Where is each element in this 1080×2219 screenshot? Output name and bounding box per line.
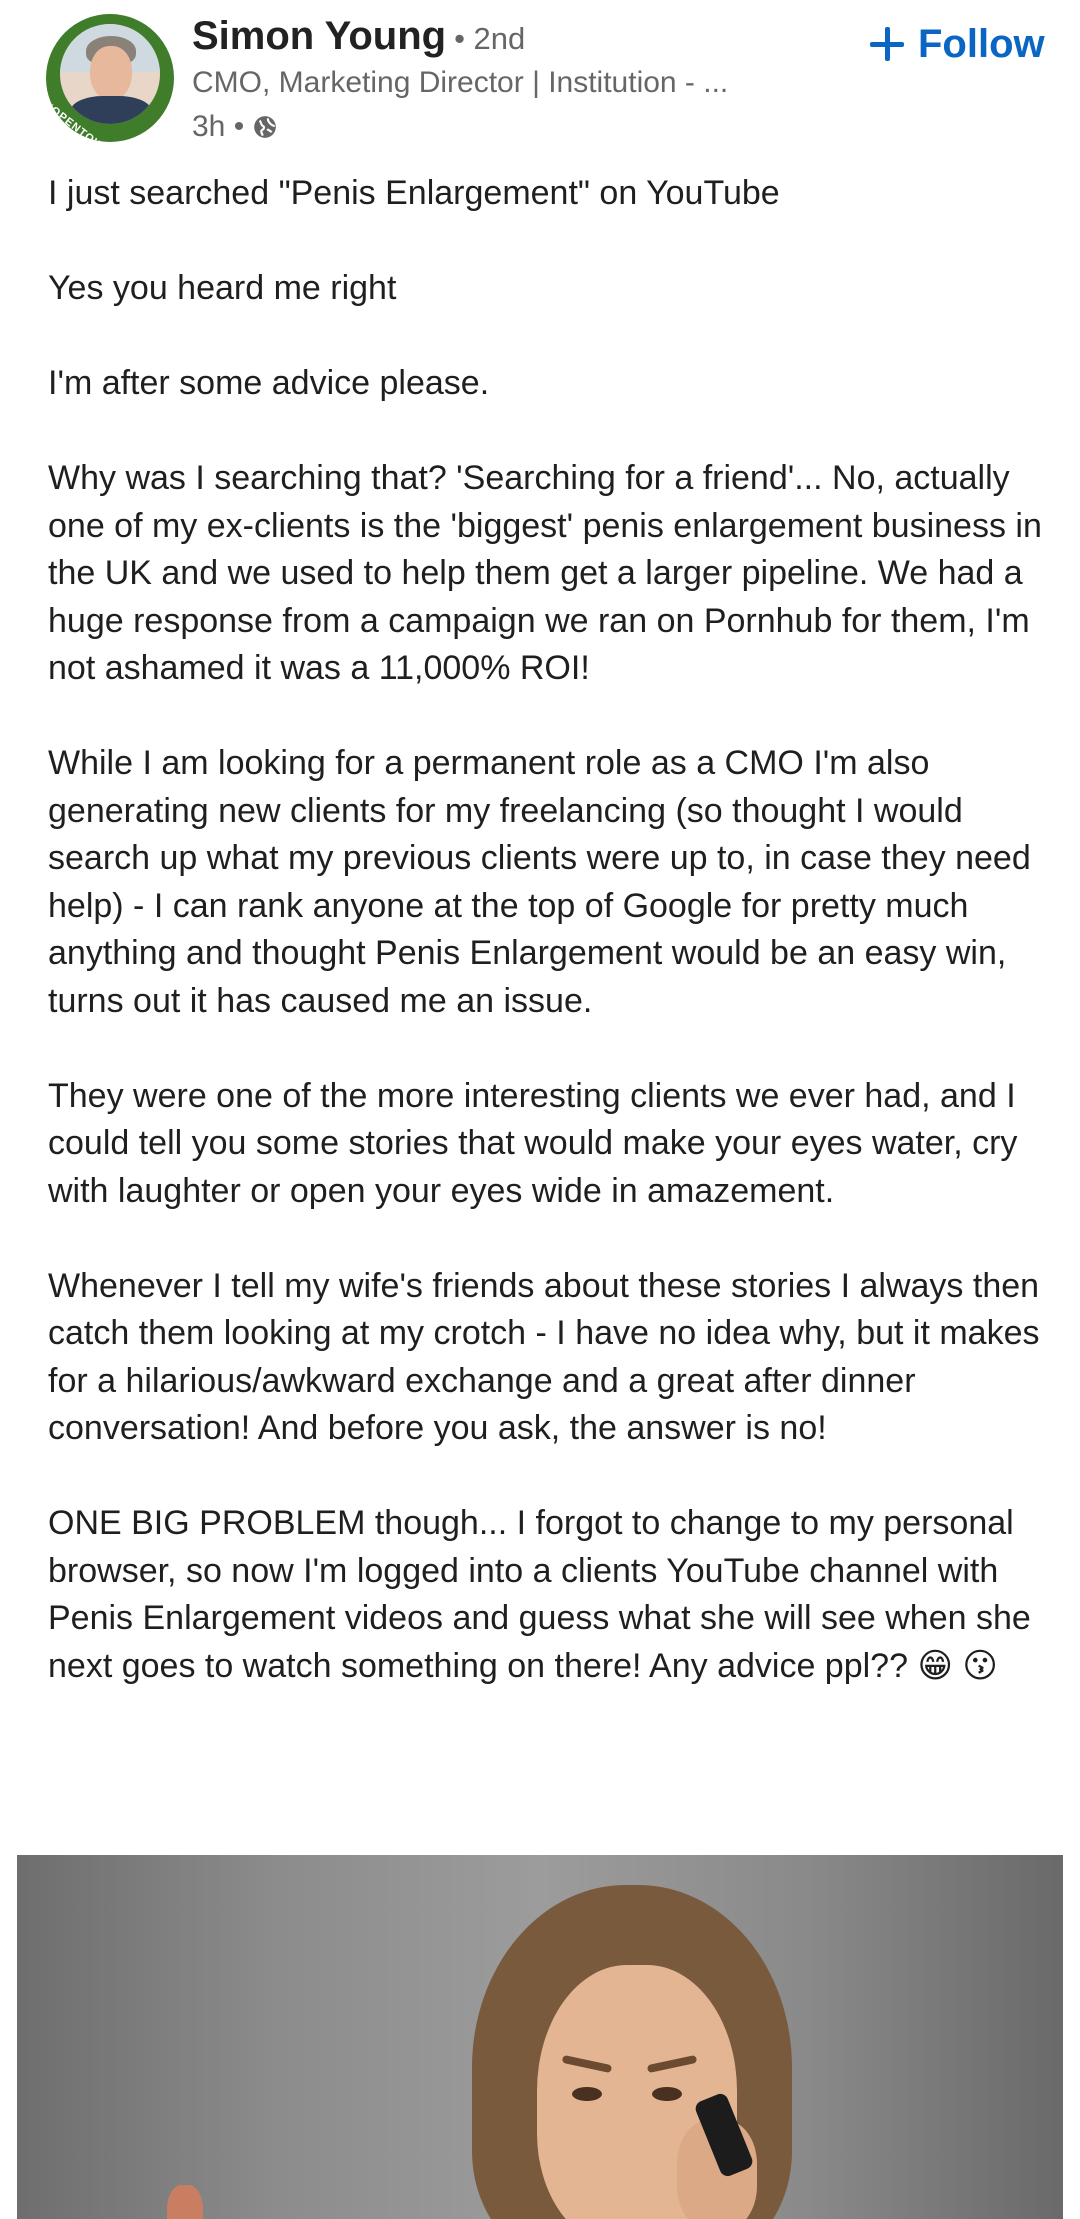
connection-degree: • 2nd	[454, 21, 526, 56]
open-to-work-badge: #OPENTOWORK	[46, 100, 128, 142]
post-paragraph: I'm after some advice please.	[48, 364, 490, 402]
post-header: #OPENTOWORK Simon Young • 2nd CMO, Marke…	[0, 0, 1080, 160]
post-paragraph: ONE BIG PROBLEM though... I forgot to ch…	[48, 1504, 1031, 1685]
post-paragraph: While I am looking for a permanent role …	[48, 744, 1031, 1020]
post-image[interactable]	[17, 1855, 1063, 2219]
post-paragraph: Why was I searching that? 'Searching for…	[48, 459, 1042, 687]
post-paragraph: They were one of the more interesting cl…	[48, 1076, 1018, 1210]
author-headline: CMO, Marketing Director | Institution - …	[192, 66, 729, 99]
linkedin-post: #OPENTOWORK Simon Young • 2nd CMO, Marke…	[0, 0, 1080, 2219]
post-paragraph: Whenever I tell my wife's friends about …	[48, 1266, 1040, 1448]
post-paragraph: I just searched "Penis Enlargement" on Y…	[48, 174, 780, 212]
follow-button[interactable]: Follow	[870, 14, 1045, 74]
post-time: 3h •	[192, 110, 245, 143]
plus-icon	[870, 27, 904, 61]
globe-icon	[254, 116, 277, 138]
follow-label: Follow	[918, 21, 1045, 66]
image-left-hand	[167, 2185, 203, 2219]
post-body: I just searched "Penis Enlargement" on Y…	[48, 170, 1058, 1690]
author-avatar[interactable]: #OPENTOWORK	[46, 14, 174, 142]
post-paragraph: Yes you heard me right	[48, 269, 397, 307]
author-name[interactable]: Simon Young	[192, 14, 446, 59]
author-name-row: Simon Young • 2nd	[192, 14, 525, 64]
post-meta: 3h •	[192, 108, 278, 146]
